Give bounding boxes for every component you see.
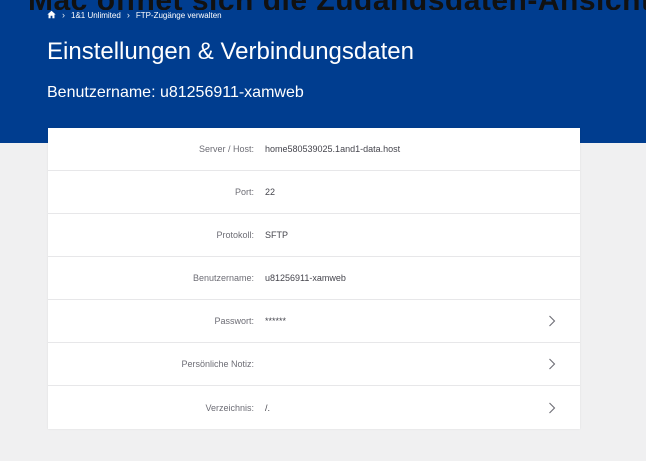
row-directory[interactable]: Verzeichnis: /.	[48, 386, 580, 429]
row-value: u81256911-xamweb	[265, 273, 346, 283]
page-subtitle: Benutzername: u81256911-xamweb	[47, 84, 304, 101]
row-server-host: Server / Host: home580539025.1and1-data.…	[48, 128, 580, 171]
row-personal-note[interactable]: Persönliche Notiz:	[48, 343, 580, 386]
row-label: Benutzername:	[192, 273, 254, 283]
breadcrumb: › 1&1 Unlimited › FTP-Zugänge verwalten	[47, 9, 222, 21]
row-password[interactable]: Passwort: ******	[48, 300, 580, 343]
breadcrumb-separator: ›	[126, 10, 130, 20]
overlay-caption: Mac öffnet sich die Zugangsdaten-Ansicht…	[0, 0, 646, 10]
row-value: 22	[265, 187, 276, 197]
breadcrumb-item-ftp-access[interactable]: FTP-Zugänge verwalten	[136, 11, 222, 20]
breadcrumb-separator: ›	[62, 10, 65, 20]
chevron-right-icon[interactable]	[548, 343, 556, 385]
row-label: Server / Host:	[198, 144, 254, 154]
row-label: Protokoll:	[216, 230, 254, 240]
row-value: ******	[265, 316, 287, 326]
row-username: Benutzername: u81256911-xamweb	[48, 257, 580, 300]
row-port: Port: 22	[48, 171, 580, 214]
chevron-right-icon[interactable]	[548, 386, 556, 429]
row-label: Verzeichnis:	[205, 402, 254, 413]
row-value: home580539025.1and1-data.host	[265, 144, 401, 154]
row-label: Passwort:	[214, 316, 254, 326]
home-icon[interactable]	[47, 10, 56, 21]
breadcrumb-item-unlimited[interactable]: 1&1 Unlimited	[71, 11, 121, 20]
row-label: Port:	[234, 187, 254, 197]
row-value: /.	[265, 402, 271, 413]
page-title: Einstellungen & Verbindungsdaten	[47, 38, 414, 65]
row-value: SFTP	[265, 230, 289, 240]
row-protocol: Protokoll: SFTP	[48, 214, 580, 257]
chevron-right-icon[interactable]	[548, 300, 556, 342]
page-header: › 1&1 Unlimited › FTP-Zugänge verwalten …	[0, 0, 646, 143]
row-label: Persönliche Notiz:	[181, 359, 254, 369]
connection-details-card: Server / Host: home580539025.1and1-data.…	[48, 128, 580, 429]
